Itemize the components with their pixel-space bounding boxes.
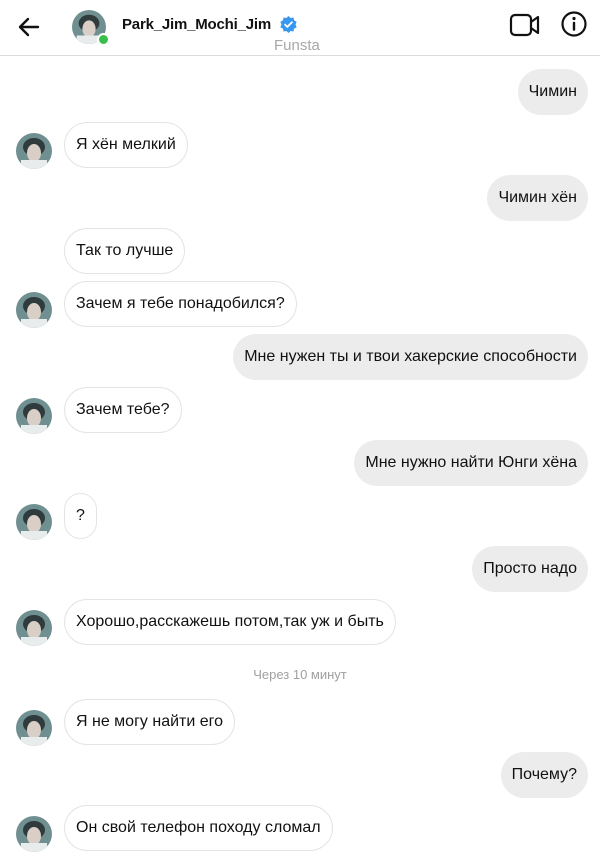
message-outgoing[interactable]: Чимин хён	[487, 175, 588, 221]
sender-avatar[interactable]	[16, 133, 52, 169]
info-icon	[561, 11, 587, 37]
video-call-button[interactable]	[509, 11, 541, 39]
message-incoming[interactable]: Он свой телефон походу сломал	[64, 805, 333, 851]
sender-avatar[interactable]	[16, 816, 52, 852]
message-incoming[interactable]: Так то лучше	[64, 228, 186, 274]
message-outgoing[interactable]: Мне нужно найти Юнги хёна	[354, 440, 588, 486]
chat-subtitle: Funsta	[274, 37, 320, 54]
message-incoming[interactable]: Я не могу найти его	[64, 699, 236, 745]
message-outgoing[interactable]: Просто надо	[472, 546, 588, 592]
back-button[interactable]	[14, 12, 44, 42]
sender-avatar[interactable]	[16, 398, 52, 434]
message-timestamp: Через 10 минут	[253, 667, 347, 682]
verified-badge-icon	[279, 15, 298, 34]
message-incoming[interactable]: Хорошо,расскажешь потом,так уж и быть	[64, 599, 396, 645]
message-incoming[interactable]: Я хён мелкий	[64, 122, 188, 168]
sender-avatar[interactable]	[16, 710, 52, 746]
message-outgoing[interactable]: Почему?	[500, 752, 588, 798]
sender-avatar[interactable]	[16, 504, 52, 540]
info-button[interactable]	[560, 10, 588, 38]
message-incoming[interactable]: Зачем тебе?	[64, 387, 182, 433]
sender-avatar[interactable]	[16, 610, 52, 646]
header-avatar[interactable]	[72, 10, 110, 46]
video-call-icon	[509, 13, 540, 37]
back-arrow-icon	[18, 17, 40, 37]
online-status-dot	[97, 33, 110, 46]
message-outgoing[interactable]: Мне нужен ты и твои хакерские способност…	[233, 334, 588, 380]
message-incoming[interactable]: ?	[64, 493, 97, 539]
sender-avatar[interactable]	[16, 292, 52, 328]
message-incoming[interactable]: Зачем я тебе понадобился?	[64, 281, 297, 327]
chat-header: Park_Jim_Mochi_Jim Funsta	[0, 0, 600, 56]
message-outgoing[interactable]: Чимин	[517, 69, 588, 115]
chat-username[interactable]: Park_Jim_Mochi_Jim	[122, 16, 271, 33]
